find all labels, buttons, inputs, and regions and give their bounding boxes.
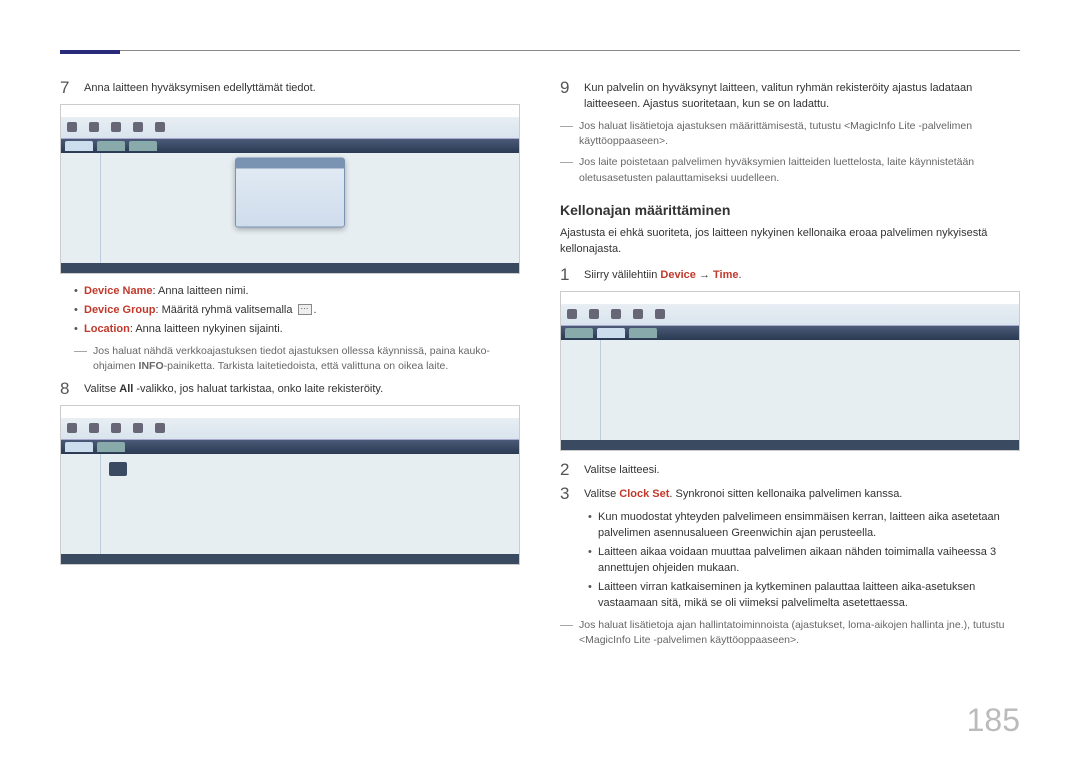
step-8: 8 Valitse All -valikko, jos haluat tarki…: [60, 380, 520, 399]
t2: . Synkronoi sitten kellonaika palvelimen…: [669, 488, 902, 500]
screenshot-device-list: [60, 405, 520, 565]
step-number: 8: [60, 380, 74, 399]
note-text: Jos haluat nähdä verkkoajastuksen tiedot…: [93, 344, 520, 374]
dash-icon: ―: [560, 119, 573, 149]
step-body: Kun palvelin on hyväksynyt laitteen, val…: [584, 79, 1020, 113]
label: Location: [84, 323, 130, 335]
bold: INFO: [139, 360, 164, 372]
t: Siirry välilehtiin: [584, 269, 660, 281]
step-2: 2 Valitse laitteesi.: [560, 461, 1020, 480]
step-body: Anna laitteen hyväksymisen edellyttämät …: [84, 79, 520, 98]
step-body: Valitse laitteesi.: [584, 461, 1020, 480]
t2: -painiketta. Tarkista laitetiedoista, et…: [164, 360, 449, 372]
dash-icon: ―: [560, 618, 573, 648]
note-remove-device: ― Jos laite poistetaan palvelimen hyväks…: [560, 155, 1020, 185]
manual-page: 7 Anna laitteen hyväksymisen edellyttämä…: [0, 0, 1080, 694]
note-more-info: ― Jos haluat lisätietoja ajastuksen määr…: [560, 119, 1020, 149]
note-text: Jos haluat lisätietoja ajan hallintatoim…: [579, 618, 1020, 648]
page-number: 185: [967, 697, 1020, 743]
note-time-mgmt: ― Jos haluat lisätietoja ajan hallintato…: [560, 618, 1020, 648]
section-intro: Ajastusta ei ehkä suoriteta, jos laittee…: [560, 226, 1020, 258]
step-number: 1: [560, 266, 574, 285]
value-a: : Määritä ryhmä valitsemalla: [156, 304, 296, 316]
info-note: ― Jos haluat nähdä verkkoajastuksen tied…: [74, 344, 520, 374]
label: Device Group: [84, 304, 156, 316]
left-column: 7 Anna laitteen hyväksymisen edellyttämä…: [60, 79, 520, 654]
screenshot-approve-dialog: [60, 104, 520, 274]
dash-icon: ―: [560, 155, 573, 185]
field-list: Device Name: Anna laitteen nimi. Device …: [74, 284, 520, 338]
ellipsis-icon: [298, 304, 312, 315]
note-text: Jos haluat lisätietoja ajastuksen määrit…: [579, 119, 1020, 149]
step-3: 3 Valitse Clock Set. Synkronoi sitten ke…: [560, 485, 1020, 504]
bold: All: [119, 383, 133, 395]
bullet-device-group: Device Group: Määritä ryhmä valitsemalla…: [74, 303, 520, 319]
step-1: 1 Siirry välilehtiin Device → Time.: [560, 266, 1020, 285]
value-b: .: [314, 304, 317, 316]
step-body: Valitse Clock Set. Synkronoi sitten kell…: [584, 485, 1020, 504]
step-number: 2: [560, 461, 574, 480]
section-title: Kellonajan määrittäminen: [560, 200, 1020, 220]
value: : Anna laitteen nykyinen sijainti.: [130, 323, 283, 335]
sub-bullet: Laitteen virran katkaiseminen ja kytkemi…: [588, 580, 1020, 612]
value: : Anna laitteen nimi.: [153, 285, 249, 297]
dash-icon: ―: [74, 344, 87, 374]
bullet-location: Location: Anna laitteen nykyinen sijaint…: [74, 322, 520, 338]
t: Valitse: [584, 488, 619, 500]
step-number: 7: [60, 79, 74, 98]
step-number: 3: [560, 485, 574, 504]
header-rule: [60, 50, 1020, 51]
bullet-device-name: Device Name: Anna laitteen nimi.: [74, 284, 520, 300]
screenshot-time-tab: [560, 291, 1020, 451]
step-body: Valitse All -valikko, jos haluat tarkist…: [84, 380, 520, 399]
arrow: →: [696, 269, 713, 281]
note-text: Jos laite poistetaan palvelimen hyväksym…: [579, 155, 1020, 185]
right-column: 9 Kun palvelin on hyväksynyt laitteen, v…: [560, 79, 1020, 654]
sub-bullet: Kun muodostat yhteyden palvelimeen ensim…: [588, 510, 1020, 542]
two-columns: 7 Anna laitteen hyväksymisen edellyttämä…: [60, 79, 1020, 654]
sub-bullet: Laitteen aikaa voidaan muuttaa palvelime…: [588, 545, 1020, 577]
sub-bullets: Kun muodostat yhteyden palvelimeen ensim…: [588, 510, 1020, 612]
step-body: Siirry välilehtiin Device → Time.: [584, 266, 1020, 285]
t2: -valikko, jos haluat tarkistaa, onko lai…: [133, 383, 383, 395]
accent-bar: [60, 50, 120, 54]
step-9: 9 Kun palvelin on hyväksynyt laitteen, v…: [560, 79, 1020, 113]
step-number: 9: [560, 79, 574, 113]
step-7: 7 Anna laitteen hyväksymisen edellyttämä…: [60, 79, 520, 98]
t2: .: [739, 269, 742, 281]
red: Clock Set: [619, 488, 669, 500]
red1: Device: [660, 269, 695, 281]
label: Device Name: [84, 285, 153, 297]
red2: Time: [713, 269, 738, 281]
t: Valitse: [84, 383, 119, 395]
